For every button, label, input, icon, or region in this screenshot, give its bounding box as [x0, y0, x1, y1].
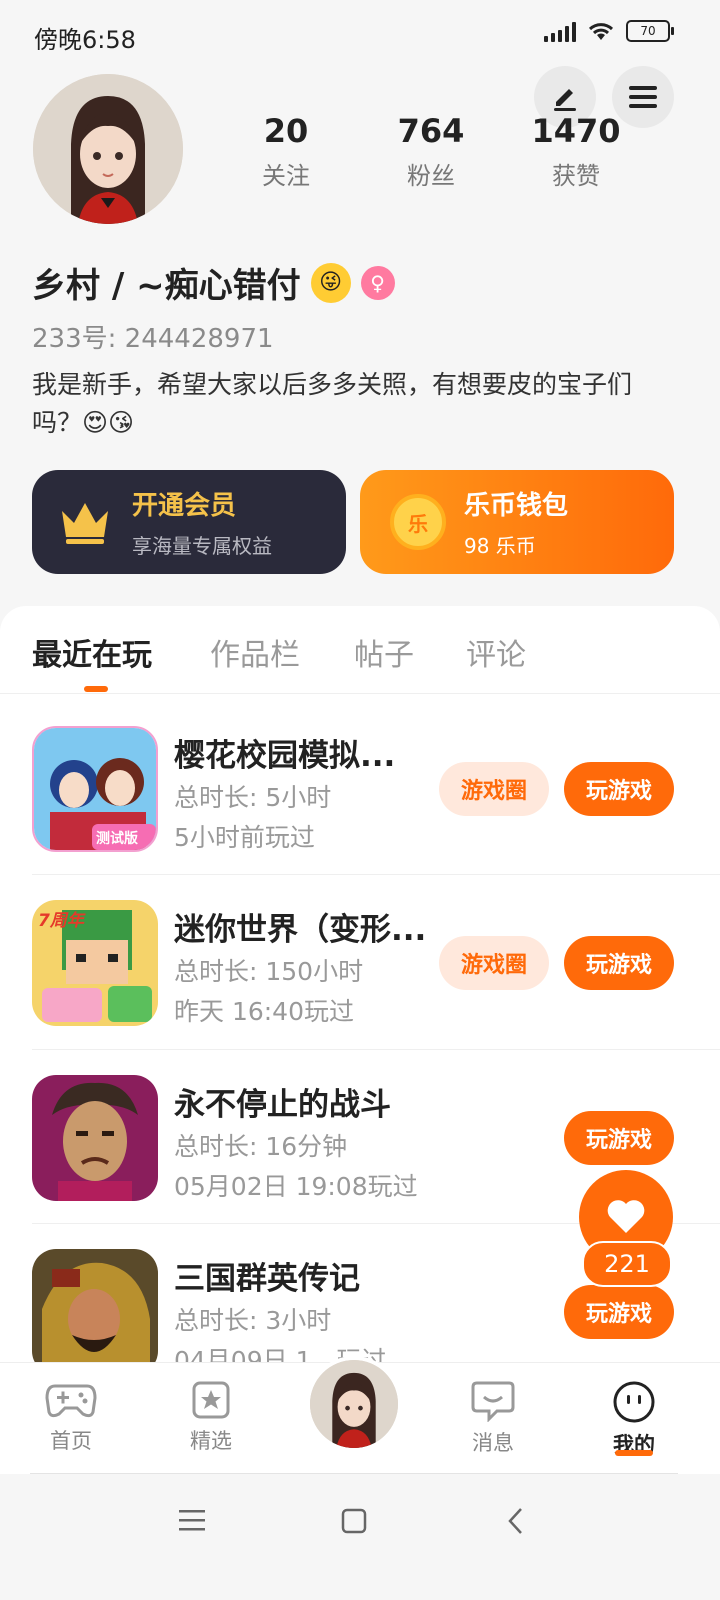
game-last-played: 昨天 16:40玩过: [174, 997, 354, 1026]
play-game-button[interactable]: 玩游戏: [564, 762, 674, 816]
tab-posts[interactable]: 帖子: [354, 630, 414, 674]
system-nav-bar: [0, 1474, 720, 1600]
status-icons: 70: [544, 20, 674, 42]
vip-title: 开通会员: [132, 491, 237, 521]
wifi-icon: [588, 23, 614, 40]
game-row[interactable]: 永不停止的战斗 总时长: 16分钟 05月02日 19:08玩过 玩游戏: [32, 1061, 674, 1235]
female-gender-icon: ♀: [360, 265, 395, 300]
nav-profile[interactable]: 我的: [589, 1380, 679, 1459]
active-nav-indicator: [615, 1450, 653, 1456]
nav-home[interactable]: 首页: [26, 1380, 116, 1455]
game-circle-button[interactable]: 游戏圈: [439, 936, 549, 990]
heart-icon: [607, 1200, 645, 1233]
game-duration: 总时长: 3小时: [174, 1306, 332, 1335]
game-circle-button[interactable]: 游戏圈: [439, 762, 549, 816]
game-last-played: 05月02日 19:08玩过: [174, 1172, 418, 1201]
recent-apps-icon[interactable]: [178, 1508, 206, 1532]
stat-value: 1470: [531, 112, 621, 150]
game-badge: 测试版: [96, 831, 138, 847]
vip-subtitle: 享海量专属权益: [132, 534, 272, 558]
tab-recent-play[interactable]: 最近在玩: [32, 630, 152, 674]
nav-label: 消息: [472, 1431, 514, 1455]
menu-icon: [629, 86, 657, 108]
nav-center-avatar[interactable]: [306, 1356, 402, 1452]
stat-label: 获赞: [552, 162, 600, 190]
crown-icon: [62, 503, 108, 544]
game-title: 三国群英传记: [174, 1261, 360, 1297]
stat-followers[interactable]: 764 粉丝: [371, 112, 491, 191]
smile-face-icon: [613, 1381, 655, 1423]
game-title: 永不停止的战斗: [174, 1087, 391, 1123]
status-time: 傍晚6:58: [34, 26, 136, 54]
profile-bio: 我是新手，希望大家以后多多关照，有想要皮的宝子们吗？😍😘: [32, 370, 633, 437]
back-icon[interactable]: [506, 1506, 526, 1536]
active-tab-indicator: [84, 686, 108, 692]
game-icon: [32, 1249, 158, 1375]
game-duration: 总时长: 16分钟: [174, 1132, 348, 1161]
avatar-illustration: [33, 74, 183, 224]
play-game-button[interactable]: 玩游戏: [564, 1285, 674, 1339]
game-icon: 7周年: [32, 900, 158, 1026]
battery-icon: 70: [626, 20, 674, 42]
tab-comments[interactable]: 评论: [466, 630, 526, 674]
message-bubble-icon: [471, 1381, 515, 1423]
username-row: 乡村 / ~痴心错付 😜 ♀: [32, 258, 395, 307]
wallet-balance: 98 乐币: [464, 534, 536, 558]
play-game-button[interactable]: 玩游戏: [564, 936, 674, 990]
tabs-divider: [0, 693, 720, 694]
nav-label: 首页: [50, 1429, 92, 1453]
game-title: 樱花校园模拟...: [174, 738, 396, 774]
play-game-button[interactable]: 玩游戏: [564, 1111, 674, 1165]
game-row[interactable]: 测试版 樱花校园模拟... 总时长: 5小时 5小时前玩过 游戏圈 玩游戏: [32, 712, 674, 886]
like-count: 221: [582, 1241, 672, 1287]
nav-featured[interactable]: 精选: [166, 1380, 256, 1455]
row-divider: [32, 1049, 720, 1050]
gamepad-icon: [45, 1384, 97, 1418]
game-last-played: 5小时前玩过: [174, 823, 315, 852]
game-badge: 7周年: [38, 911, 84, 931]
stat-value: 764: [397, 112, 465, 150]
user-id: 233号: 244428971: [32, 324, 274, 354]
stat-value: 20: [263, 112, 309, 150]
wallet-card[interactable]: 乐 乐币钱包 98 乐币: [360, 470, 674, 574]
avatar-illustration: [310, 1360, 398, 1448]
row-divider: [32, 874, 720, 875]
game-icon: 测试版: [32, 726, 158, 852]
game-title: 迷你世界（变形...: [174, 912, 427, 948]
game-icon: [32, 1075, 158, 1201]
signal-icon: [544, 20, 576, 42]
wallet-title: 乐币钱包: [464, 491, 569, 521]
profile-avatar[interactable]: [33, 74, 183, 224]
username: 乡村 / ~痴心错付: [32, 266, 301, 306]
game-duration: 总时长: 150小时: [174, 957, 364, 986]
stat-label: 关注: [262, 162, 310, 190]
game-row[interactable]: 7周年 迷你世界（变形... 总时长: 150小时 昨天 16:40玩过 游戏圈…: [32, 886, 674, 1060]
nav-label: 精选: [190, 1429, 232, 1453]
game-duration: 总时长: 5小时: [174, 783, 332, 812]
pen-icon: [554, 89, 576, 111]
tongue-emoji-icon: 😜: [310, 262, 351, 303]
home-icon[interactable]: [341, 1508, 367, 1534]
stat-likes[interactable]: 1470 获赞: [516, 112, 636, 191]
nav-messages[interactable]: 消息: [448, 1380, 538, 1457]
stat-label: 粉丝: [407, 162, 455, 190]
star-badge-icon: [192, 1381, 230, 1419]
vip-membership-card[interactable]: 开通会员 享海量专属权益: [32, 470, 346, 574]
coin-icon: 乐: [390, 494, 446, 550]
stat-following[interactable]: 20 关注: [226, 112, 346, 191]
tab-works[interactable]: 作品栏: [210, 630, 300, 674]
